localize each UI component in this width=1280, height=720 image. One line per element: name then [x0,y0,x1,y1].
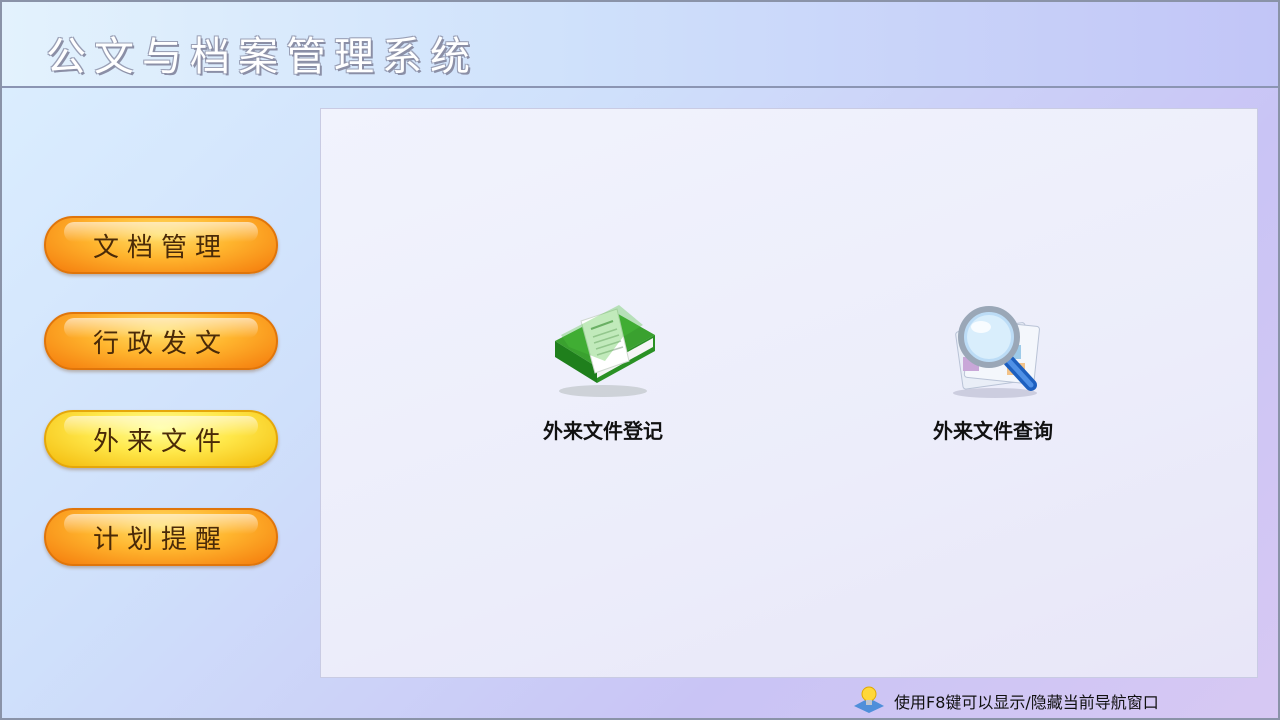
green-book-icon[interactable] [543,301,663,401]
nav-button-label: 计划提醒 [92,524,229,555]
feature-incoming-registration[interactable]: 外来文件登记 [503,301,703,444]
magnifier-icon[interactable] [933,301,1053,401]
nav-button-document-management[interactable]: 文档管理 [44,216,278,274]
feature-incoming-query[interactable]: 外来文件查询 [893,301,1093,444]
feature-label: 外来文件查询 [933,419,1053,443]
nav-button-label: 外来文件 [92,426,229,457]
feature-label: 外来文件登记 [543,419,663,443]
nav-button-plan-reminder[interactable]: 计划提醒 [44,508,278,566]
nav-button-label: 文档管理 [92,232,229,263]
app-title: 公文与档案管理系统 [46,34,478,80]
nav-button-incoming-documents[interactable]: 外来文件 [44,410,278,468]
app-header: 公文与档案管理系统 [2,2,1278,88]
content-panel: 外来文件登记 外来文件查询 [320,108,1258,678]
footer-hint-text: 使用F8键可以显示/隐藏当前导航窗口 [894,693,1159,712]
nav-button-administrative-dispatch[interactable]: 行政发文 [44,312,278,370]
footer-hint: 使用F8键可以显示/隐藏当前导航窗口 [852,686,1159,716]
nav-button-label: 行政发文 [92,328,229,359]
lightbulb-icon [852,684,886,718]
